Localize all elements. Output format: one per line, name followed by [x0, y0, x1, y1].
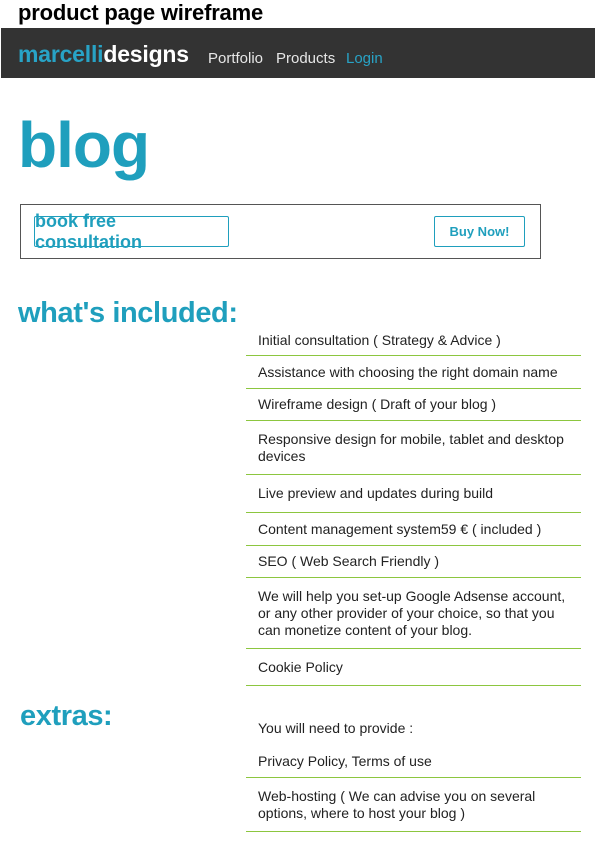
brand-logo-part1: marcelli: [18, 41, 104, 67]
extras-list: You will need to provide : Privacy Polic…: [246, 711, 581, 832]
wireframe-title: product page wireframe: [18, 0, 263, 25]
nav-link-products[interactable]: Products: [276, 50, 335, 67]
list-item: Privacy Policy, Terms of use: [246, 745, 581, 778]
included-list: Initial consultation ( Strategy & Advice…: [246, 326, 581, 686]
list-item: Wireframe design ( Draft of your blog ): [246, 389, 581, 421]
list-item: We will help you set-up Google Adsense a…: [246, 578, 581, 649]
list-item-text: Assistance with choosing the right domai…: [258, 363, 558, 380]
included-heading: what's included:: [18, 297, 238, 329]
list-item: SEO ( Web Search Friendly ): [246, 546, 581, 578]
list-item: Cookie Policy: [246, 649, 581, 686]
book-consultation-button[interactable]: book free consultation: [34, 211, 229, 252]
list-item-text: Cookie Policy: [258, 658, 343, 675]
list-item-text: We will help you set-up Google Adsense a…: [258, 587, 566, 638]
page-title: blog: [18, 109, 150, 181]
list-item: Content management system59 € ( included…: [246, 513, 581, 546]
list-item-text: Privacy Policy, Terms of use: [258, 752, 432, 769]
list-item: Initial consultation ( Strategy & Advice…: [246, 326, 581, 356]
list-item: Assistance with choosing the right domai…: [246, 356, 581, 389]
list-item: You will need to provide :: [246, 711, 581, 745]
brand-logo-part2: designs: [103, 41, 189, 67]
extras-heading: extras:: [20, 700, 113, 732]
list-item: Responsive design for mobile, tablet and…: [246, 421, 581, 475]
buy-now-button[interactable]: Buy Now!: [434, 216, 525, 247]
list-item-text: Live preview and updates during build: [258, 485, 494, 501]
list-item-text: Content management system59 € ( included…: [258, 520, 542, 537]
list-item-text: Responsive design for mobile, tablet and…: [258, 430, 564, 464]
navbar: marcellidesigns Portfolio Products Login: [1, 28, 595, 78]
nav-link-login[interactable]: Login: [346, 50, 383, 67]
cta-box: book free consultation Buy Now!: [20, 204, 541, 259]
nav-link-portfolio[interactable]: Portfolio: [208, 50, 263, 67]
list-item-text: Web-hosting ( We can advise you on sever…: [258, 787, 536, 821]
brand-logo[interactable]: marcellidesigns: [18, 41, 189, 68]
list-item: Live preview and updates during build: [246, 475, 581, 513]
list-item-text: Wireframe design ( Draft of your blog ): [258, 396, 497, 412]
list-item-text: SEO ( Web Search Friendly ): [258, 553, 440, 569]
list-item: Web-hosting ( We can advise you on sever…: [246, 778, 581, 832]
list-item-text: Initial consultation ( Strategy & Advice…: [258, 332, 501, 348]
list-item-text: You will need to provide :: [258, 719, 414, 736]
